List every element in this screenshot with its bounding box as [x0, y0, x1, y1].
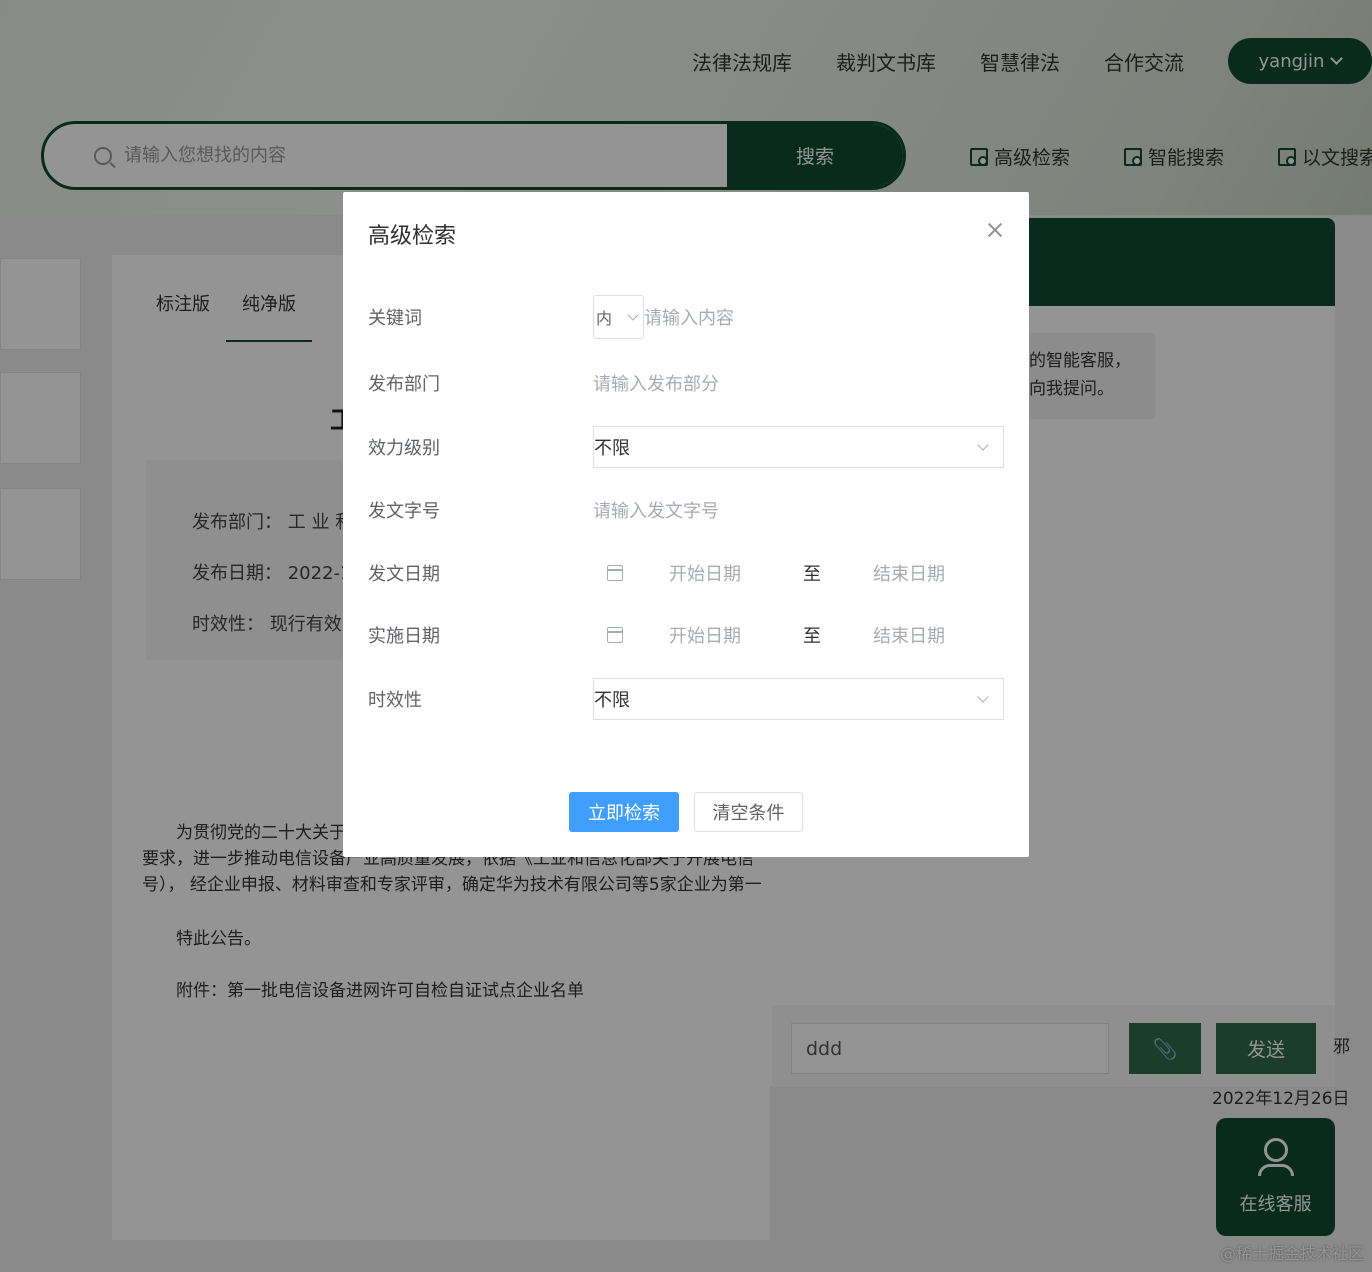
department-field: 请输入发布部分 [593, 362, 1008, 404]
keyword-label: 关键词 [368, 308, 422, 329]
close-icon[interactable] [987, 222, 1003, 238]
effective-date-row: 实施日期 开始日期 至 结束日期 [368, 614, 1008, 656]
level-value: 不限 [594, 438, 630, 459]
range-separator: 至 [803, 626, 821, 647]
level-row: 效力级别 不限 [368, 426, 1008, 468]
calendar-icon [607, 565, 623, 581]
advanced-search-dialog: 高级检索 关键词 内 请输入内容 发布部门 请输入发布部分 效力级别 不限 发文… [343, 192, 1029, 857]
keyword-field: 内 请输入内容 [593, 295, 1008, 339]
validity-select[interactable]: 不限 [593, 678, 1004, 720]
chevron-down-icon [627, 309, 639, 321]
validity-value: 不限 [594, 690, 630, 711]
chevron-down-icon [977, 439, 989, 451]
keyword-row: 关键词 内 请输入内容 [368, 295, 1008, 339]
validity-label: 时效性 [368, 690, 422, 711]
level-label: 效力级别 [368, 438, 440, 459]
doc-number-row: 发文字号 请输入发文字号 [368, 489, 1008, 531]
issue-end-date[interactable]: 结束日期 [873, 560, 945, 586]
effective-date-label: 实施日期 [368, 626, 440, 647]
keyword-mode-value: 内 [596, 309, 613, 328]
doc-number-label: 发文字号 [368, 501, 440, 522]
clear-conditions-button[interactable]: 清空条件 [694, 792, 803, 832]
effective-date-field: 开始日期 至 结束日期 [593, 614, 1008, 656]
dialog-title: 高级检索 [368, 224, 457, 249]
validity-field: 不限 [593, 678, 1008, 720]
issue-date-row: 发文日期 开始日期 至 结束日期 [368, 552, 1008, 594]
issue-start-date[interactable]: 开始日期 [669, 560, 741, 586]
effective-end-date[interactable]: 结束日期 [873, 622, 945, 648]
keyword-input[interactable]: 请输入内容 [644, 304, 734, 330]
doc-number-field: 请输入发文字号 [593, 489, 1008, 531]
keyword-mode-select[interactable]: 内 [593, 295, 644, 339]
issue-date-field: 开始日期 至 结束日期 [593, 552, 1008, 594]
department-label: 发布部门 [368, 374, 440, 395]
validity-row: 时效性 不限 [368, 678, 1008, 720]
level-select[interactable]: 不限 [593, 426, 1004, 468]
effective-date-range-picker[interactable]: 开始日期 至 结束日期 [593, 622, 1004, 648]
search-now-button[interactable]: 立即检索 [569, 792, 679, 832]
range-separator: 至 [803, 564, 821, 585]
effective-start-date[interactable]: 开始日期 [669, 622, 741, 648]
doc-number-input[interactable]: 请输入发文字号 [593, 497, 719, 523]
chevron-down-icon [977, 691, 989, 703]
issue-date-range-picker[interactable]: 开始日期 至 结束日期 [593, 560, 1004, 586]
issue-date-label: 发文日期 [368, 564, 440, 585]
department-input[interactable]: 请输入发布部分 [593, 370, 719, 396]
calendar-icon [607, 627, 623, 643]
level-field: 不限 [593, 426, 1008, 468]
department-row: 发布部门 请输入发布部分 [368, 362, 1008, 404]
